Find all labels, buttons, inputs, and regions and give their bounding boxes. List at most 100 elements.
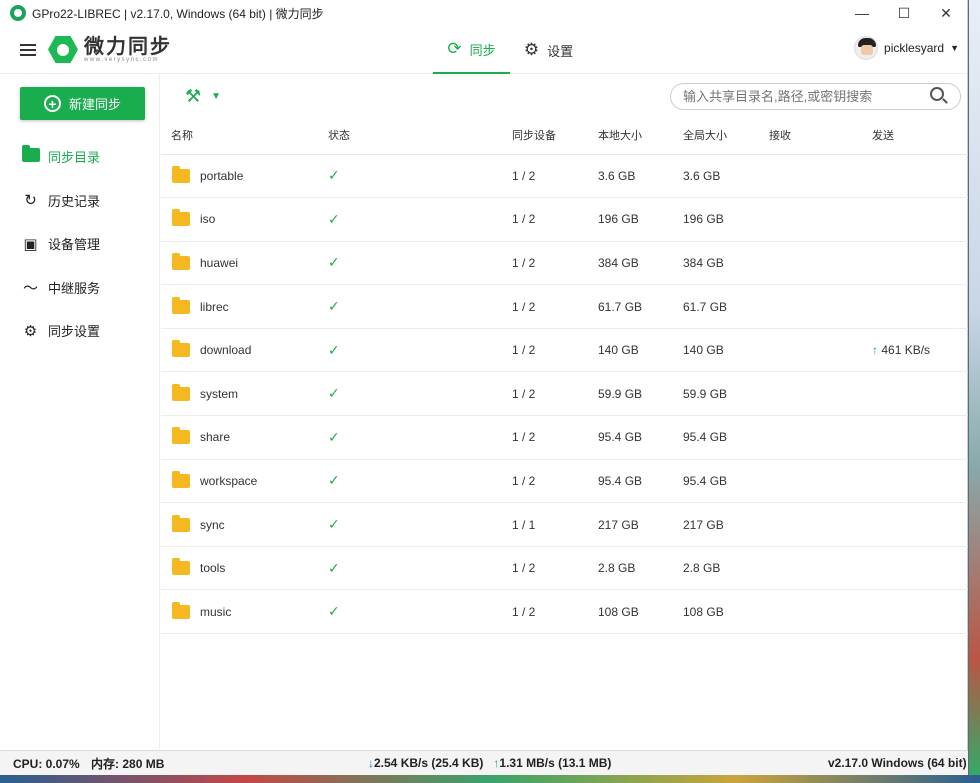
- sidebar-item-sync-folders[interactable]: 同步目录: [0, 135, 159, 179]
- synced-check-icon: ✓: [328, 428, 340, 445]
- maximize-button[interactable]: ☐: [883, 5, 925, 22]
- title-bar: GPro22-LIBREC | v2.17.0, Windows (64 bit…: [0, 0, 967, 26]
- chevron-down-icon: ▼: [950, 43, 959, 53]
- nav-tabs: ⟳ 同步 ⚙ 设置: [433, 26, 587, 74]
- sidebar: + 新建同步 同步目录 ↻ 历史记录 ▣ 设备管理 〜 中继服务 ⚙ 同步设置: [0, 74, 160, 748]
- background-desktop-strip: [969, 0, 980, 775]
- table-row[interactable]: share ✓ 1 / 2 95.4 GB 95.4 GB: [161, 415, 968, 460]
- folder-name: sync: [200, 517, 225, 532]
- send-rate: 461 KB/s: [881, 343, 931, 358]
- local-size-cell: 3.6 GB: [598, 154, 683, 199]
- receive-cell: [769, 546, 872, 591]
- receive-cell: [769, 502, 872, 547]
- global-size-cell: 196 GB: [683, 197, 769, 242]
- receive-cell: [769, 459, 872, 504]
- synced-check-icon: ✓: [328, 472, 340, 489]
- user-name: picklesyard: [884, 41, 945, 55]
- folder-icon: [172, 383, 190, 401]
- folder-name: download: [200, 343, 252, 358]
- logo: 微力同步 www.verysync.com: [48, 35, 172, 65]
- logo-name: 微力同步: [84, 35, 172, 58]
- global-size-cell: 3.6 GB: [683, 154, 769, 199]
- local-size-cell: 384 GB: [598, 241, 683, 286]
- table-row[interactable]: download ✓ 1 / 2 140 GB 140 GB ↑ 461 KB/s: [161, 328, 968, 373]
- devices-cell: 1 / 1: [512, 502, 598, 547]
- table-row[interactable]: sync ✓ 1 / 1 217 GB 217 GB: [161, 502, 968, 547]
- sidebar-item-devices[interactable]: ▣ 设备管理: [0, 222, 159, 266]
- search-icon[interactable]: [930, 87, 944, 101]
- user-menu[interactable]: picklesyard ▼: [854, 36, 959, 60]
- table-row[interactable]: tools ✓ 1 / 2 2.8 GB 2.8 GB: [161, 546, 968, 591]
- col-local-size[interactable]: 本地大小: [598, 117, 683, 155]
- tab-sync[interactable]: ⟳ 同步: [433, 26, 510, 74]
- devices-cell: 1 / 2: [512, 328, 598, 373]
- local-size-cell: 95.4 GB: [598, 459, 683, 504]
- table-row[interactable]: system ✓ 1 / 2 59.9 GB 59.9 GB: [161, 371, 968, 417]
- sidebar-item-history[interactable]: ↻ 历史记录: [0, 179, 159, 223]
- search-input[interactable]: [670, 83, 961, 110]
- sidebar-item-label: 设备管理: [48, 237, 101, 253]
- table-row[interactable]: music ✓ 1 / 2 108 GB 108 GB: [161, 589, 968, 635]
- avatar: [854, 36, 879, 60]
- folder-name: music: [200, 604, 232, 619]
- table-row[interactable]: iso ✓ 1 / 2 196 GB 196 GB: [161, 197, 968, 242]
- tab-settings-label: 设置: [547, 43, 574, 59]
- global-size-cell: 2.8 GB: [683, 546, 769, 591]
- folder-icon: [172, 209, 190, 227]
- receive-cell: [769, 589, 872, 635]
- caret-down-icon: ▼: [211, 91, 222, 102]
- folder-icon: [172, 514, 190, 532]
- status-bar: CPU: 0.07% 内存: 280 MB ↓2.54 KB/s (25.4 K…: [0, 750, 968, 775]
- col-status[interactable]: 状态: [328, 117, 512, 155]
- synced-check-icon: ✓: [328, 210, 340, 227]
- send-cell: [872, 371, 968, 417]
- table-row[interactable]: librec ✓ 1 / 2 61.7 GB 61.7 GB: [161, 284, 968, 329]
- close-button[interactable]: ✕: [925, 5, 967, 22]
- col-name[interactable]: 名称: [161, 117, 328, 155]
- sidebar-item-sync-settings[interactable]: ⚙ 同步设置: [0, 309, 159, 353]
- local-size-cell: 140 GB: [598, 328, 683, 373]
- memory-usage: 内存: 280 MB: [91, 756, 165, 771]
- plus-icon: +: [43, 95, 61, 112]
- upload-rate: 1.31 MB/s (13.1 MB): [499, 756, 612, 770]
- col-devices[interactable]: 同步设备: [512, 117, 598, 155]
- col-receive[interactable]: 接收: [769, 117, 872, 155]
- history-icon: ↻: [24, 192, 37, 210]
- global-size-cell: 61.7 GB: [683, 284, 769, 329]
- tools-dropdown[interactable]: ⚒ ▼: [185, 86, 221, 107]
- folder-icon: [172, 558, 190, 576]
- window-title: GPro22-LIBREC | v2.17.0, Windows (64 bit…: [32, 6, 324, 21]
- col-global-size[interactable]: 全局大小: [683, 117, 769, 155]
- local-size-cell: 59.9 GB: [598, 371, 683, 417]
- receive-cell: [769, 284, 872, 329]
- sidebar-item-label: 同步目录: [48, 150, 101, 166]
- tools-icon: ⚒: [185, 86, 202, 106]
- tab-settings[interactable]: ⚙ 设置: [510, 26, 587, 74]
- new-sync-label: 新建同步: [68, 97, 121, 112]
- folder-name: librec: [200, 299, 229, 314]
- folder-name: portable: [200, 168, 244, 183]
- synced-check-icon: ✓: [328, 603, 340, 620]
- folder-name: iso: [200, 212, 216, 227]
- gear-icon: ⚙: [523, 40, 540, 59]
- sidebar-item-relay[interactable]: 〜 中继服务: [0, 266, 159, 310]
- local-size-cell: 61.7 GB: [598, 284, 683, 329]
- table-row[interactable]: workspace ✓ 1 / 2 95.4 GB 95.4 GB: [161, 459, 968, 504]
- minimize-button[interactable]: —: [841, 5, 883, 22]
- devices-cell: 1 / 2: [512, 371, 598, 417]
- main-content: ⚒ ▼ 名称 状态 同步设备 本地大小 全局大小 接收 发送: [161, 74, 968, 748]
- new-sync-button[interactable]: + 新建同步: [20, 87, 145, 120]
- receive-cell: [769, 154, 872, 199]
- app-icon: [10, 5, 26, 21]
- folder-name: share: [200, 430, 231, 445]
- receive-cell: [769, 371, 872, 417]
- table-row[interactable]: huawei ✓ 1 / 2 384 GB 384 GB: [161, 241, 968, 286]
- col-send[interactable]: 发送: [872, 117, 968, 155]
- version-info: v2.17.0 Windows (64 bit): [828, 756, 967, 770]
- table-row[interactable]: portable ✓ 1 / 2 3.6 GB 3.6 GB: [161, 154, 968, 199]
- sidebar-item-label: 历史记录: [48, 193, 101, 209]
- synced-check-icon: ✓: [328, 559, 340, 576]
- folder-icon: [172, 470, 190, 488]
- send-cell: [872, 241, 968, 286]
- logo-icon: [48, 36, 78, 63]
